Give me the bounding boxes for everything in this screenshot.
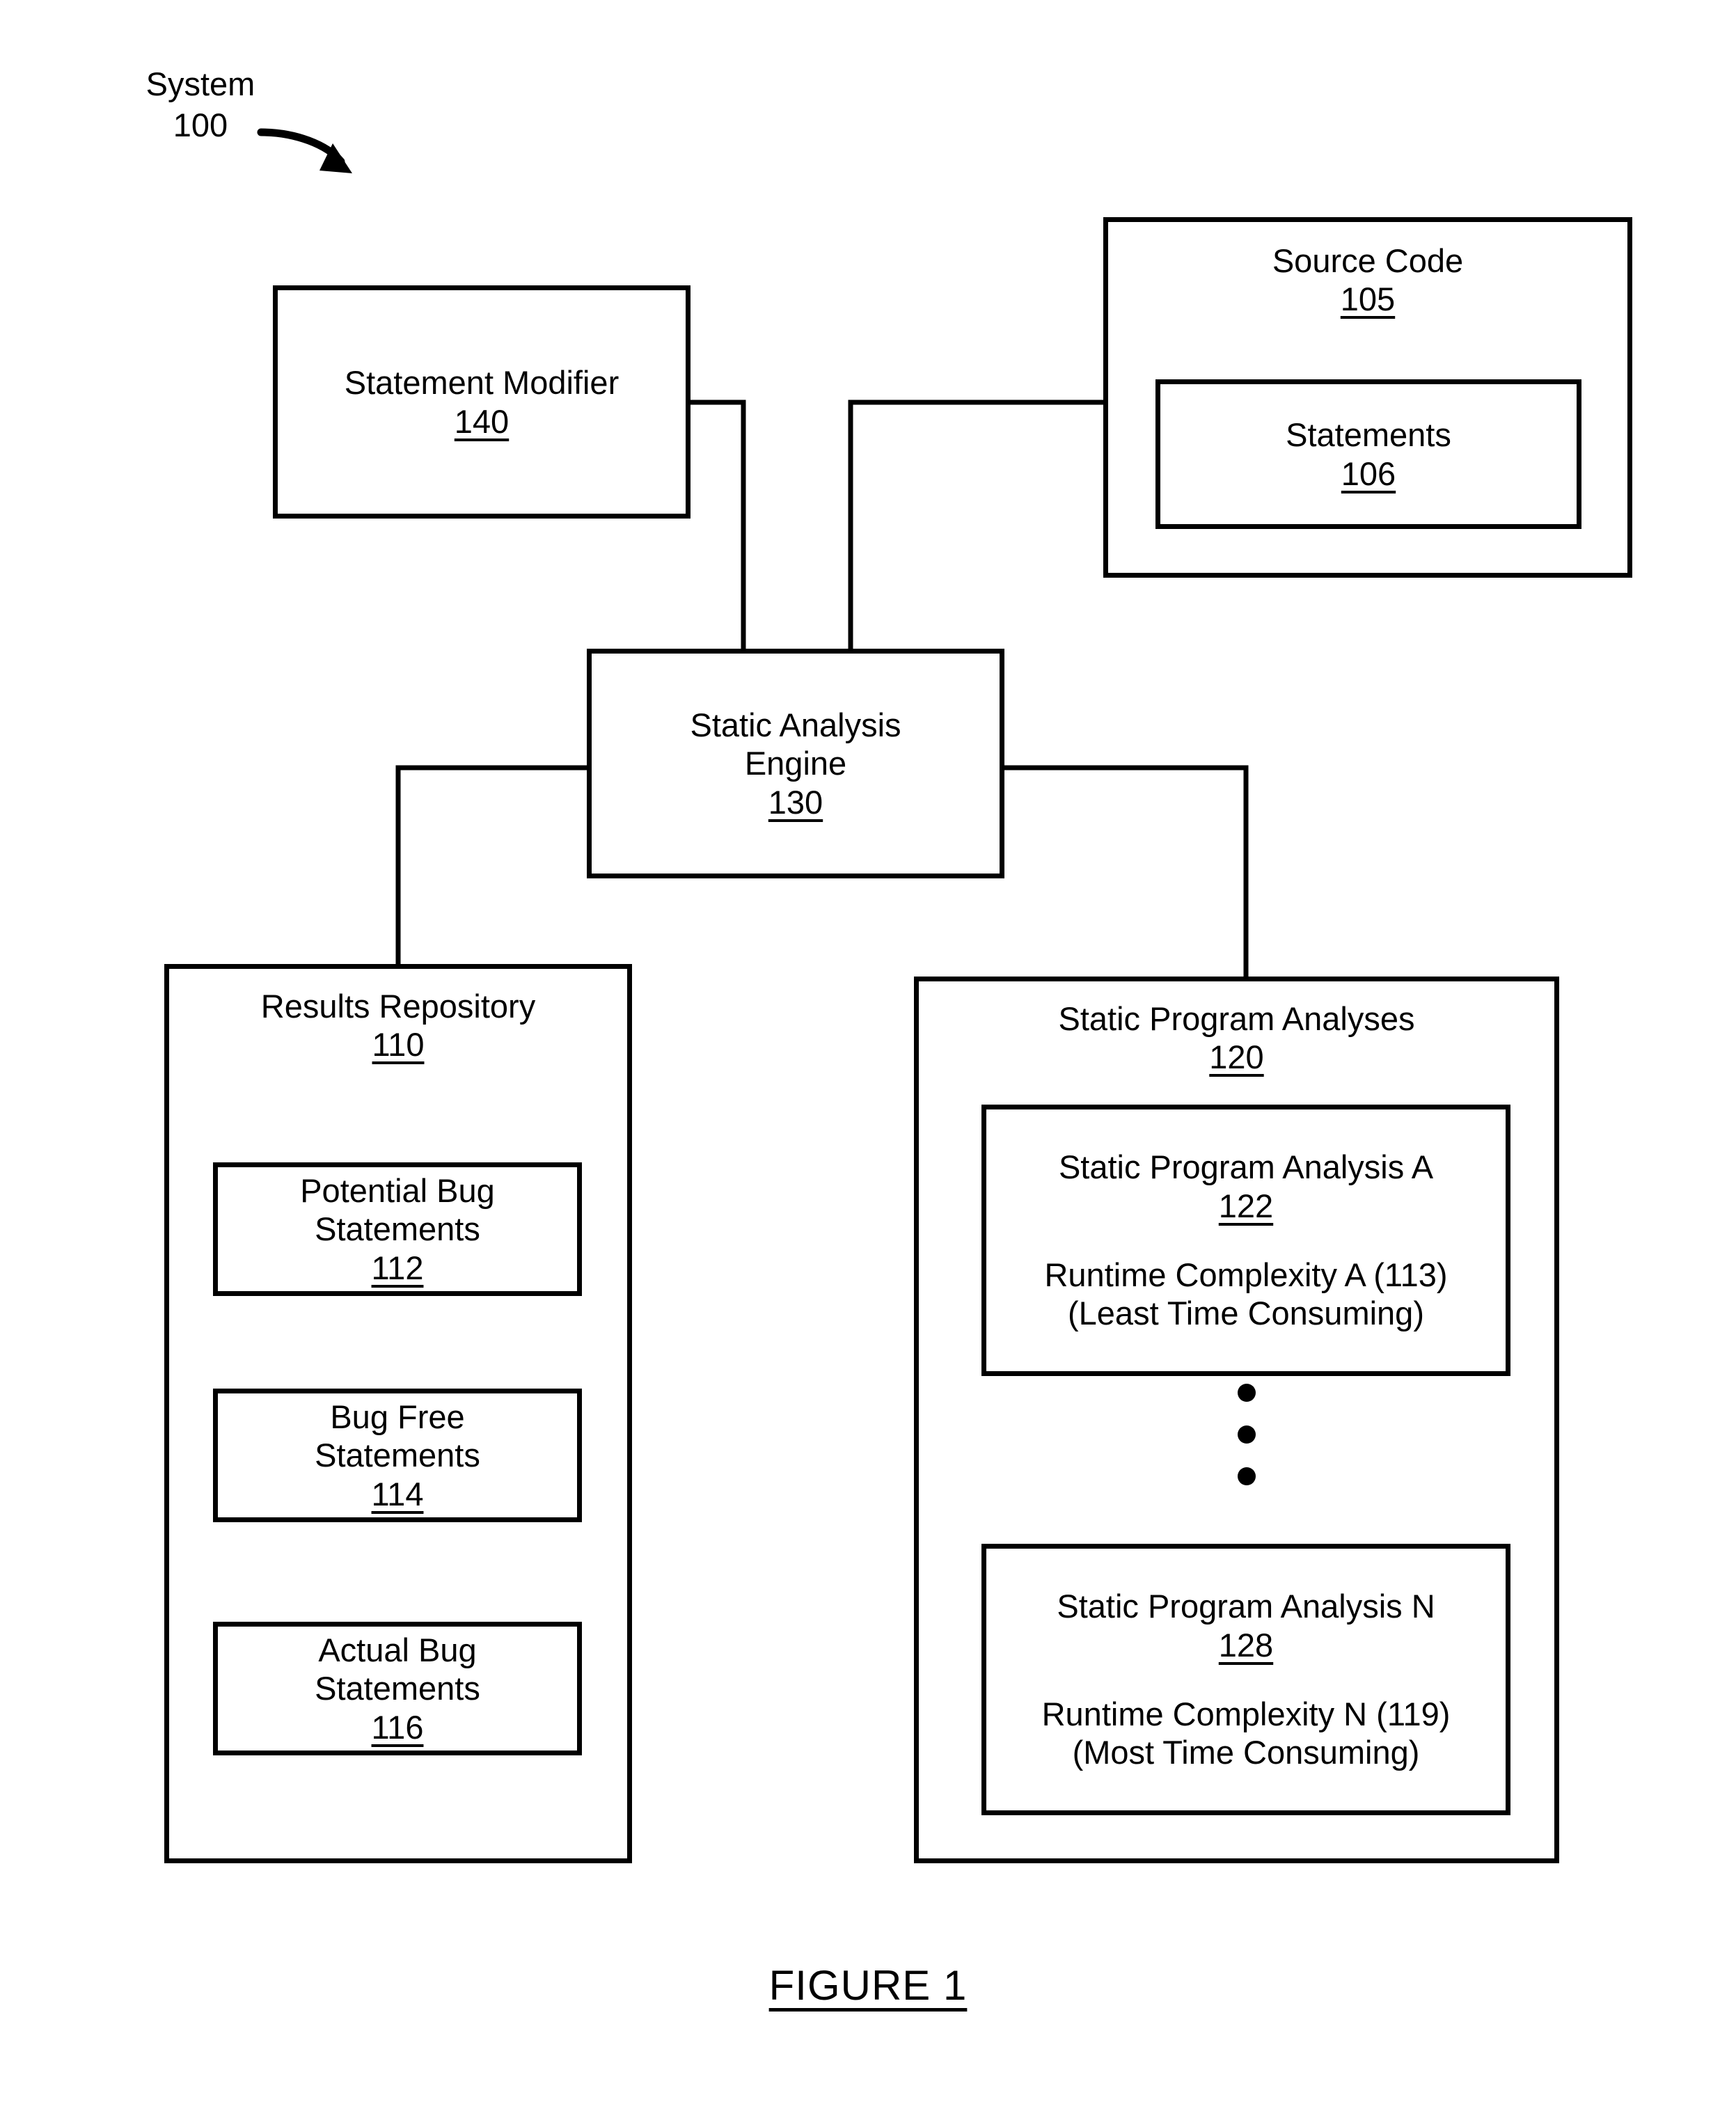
vertical-ellipsis-icon — [1231, 1384, 1263, 1485]
system-callout-label: System 100 — [145, 65, 255, 143]
statements-title: Statements — [1286, 416, 1451, 454]
results-repository-ref: 110 — [372, 1026, 425, 1064]
potential-bug-statements-ref: 112 — [371, 1249, 424, 1286]
node-statements[interactable]: Statements 106 — [1155, 379, 1581, 529]
actual-bug-statements-ref: 116 — [371, 1708, 424, 1746]
node-statement-modifier[interactable]: Statement Modifier 140 — [273, 285, 691, 519]
ellipsis-dot — [1238, 1467, 1256, 1485]
static-analysis-engine-ref: 130 — [768, 783, 823, 821]
statements-ref: 106 — [1341, 455, 1396, 492]
ellipsis-dot — [1238, 1425, 1256, 1444]
node-static-program-analysis-n[interactable]: Static Program Analysis N 128 Runtime Co… — [981, 1544, 1510, 1815]
wire-engine-to-static-program-analyses — [1004, 765, 1249, 977]
node-potential-bug-statements[interactable]: Potential Bug Statements 112 — [213, 1162, 582, 1296]
node-bug-free-statements[interactable]: Bug Free Statements 114 — [213, 1389, 582, 1522]
node-actual-bug-statements[interactable]: Actual Bug Statements 116 — [213, 1622, 582, 1755]
source-code-title: Source Code — [1272, 242, 1464, 279]
static-program-analysis-n-detail: Runtime Complexity N (119) (Most Time Co… — [1041, 1696, 1451, 1771]
node-static-analysis-engine[interactable]: Static Analysis Engine 130 — [587, 649, 1004, 878]
ellipsis-dot — [1238, 1384, 1256, 1402]
bug-free-statements-title: Bug Free Statements — [315, 1398, 480, 1474]
actual-bug-statements-title: Actual Bug Statements — [315, 1631, 480, 1707]
static-program-analysis-a-ref: 122 — [1218, 1187, 1274, 1224]
results-repository-title: Results Repository — [260, 988, 536, 1025]
statement-modifier-ref: 140 — [454, 402, 510, 440]
static-program-analysis-a-title: Static Program Analysis A — [1058, 1148, 1434, 1186]
wire-source-code-to-engine — [848, 400, 1103, 649]
static-analysis-engine-title: Static Analysis Engine — [690, 706, 901, 782]
statement-modifier-title: Statement Modifier — [344, 364, 620, 402]
static-program-analyses-title: Static Program Analyses — [1058, 1000, 1415, 1037]
wire-engine-to-results-repository — [395, 765, 587, 964]
figure-caption-text: FIGURE 1 — [768, 1962, 968, 2009]
static-program-analysis-n-title: Static Program Analysis N — [1057, 1588, 1435, 1625]
static-program-analysis-a-detail: Runtime Complexity A (113) (Least Time C… — [1044, 1256, 1448, 1332]
node-static-program-analysis-a[interactable]: Static Program Analysis A 122 Runtime Co… — [981, 1105, 1510, 1376]
static-program-analysis-n-ref: 128 — [1218, 1626, 1274, 1664]
potential-bug-statements-title: Potential Bug Statements — [300, 1171, 495, 1248]
figure-caption: FIGURE 1 — [0, 1961, 1736, 2009]
figure-canvas: System 100 Statement Modifier 140 Source… — [0, 0, 1736, 2102]
wire-statement-modifier-to-engine — [691, 400, 746, 649]
source-code-ref: 105 — [1340, 280, 1396, 318]
bug-free-statements-ref: 114 — [371, 1475, 424, 1512]
static-program-analyses-ref: 120 — [1209, 1038, 1264, 1076]
